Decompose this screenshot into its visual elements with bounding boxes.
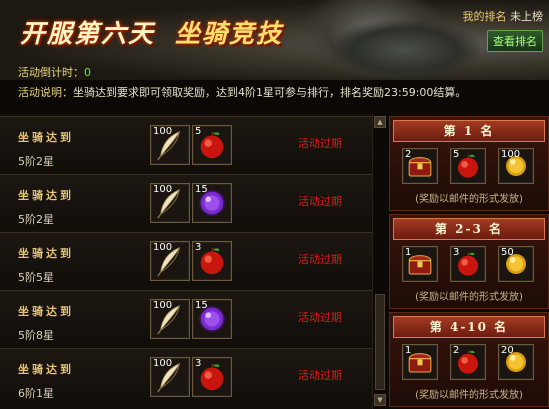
my-rank-row: 我的排名 未上榜 bbox=[463, 8, 544, 24]
reward-count: 100 bbox=[153, 300, 173, 311]
task-row: 坐骑达到 6阶1星 100 3 活动过期 bbox=[0, 348, 372, 404]
task-reward-slot[interactable]: 15 bbox=[192, 299, 232, 339]
rank-reward-slot[interactable]: 5 bbox=[450, 148, 486, 184]
task-reward-slot[interactable]: 100 bbox=[150, 299, 190, 339]
reward-count: 1 bbox=[405, 247, 412, 258]
task-row: 坐骑达到 5阶2星 100 5 活动过期 bbox=[0, 116, 372, 172]
task-reward-slot[interactable]: 3 bbox=[192, 241, 232, 281]
task-requirement: 6阶1星 bbox=[18, 387, 54, 400]
rank-reward-block: 第 1 名 2 5 100 (奖励以邮件的形式发放) bbox=[389, 116, 549, 211]
my-rank-value: 未上榜 bbox=[510, 10, 543, 23]
countdown-value: 0 bbox=[84, 66, 91, 79]
task-title: 坐骑达到 bbox=[18, 131, 74, 144]
rank-reward-slot[interactable]: 3 bbox=[450, 246, 486, 282]
reward-count: 5 bbox=[453, 149, 460, 160]
reward-count: 100 bbox=[153, 358, 173, 369]
reward-count: 100 bbox=[501, 149, 521, 160]
reward-count: 100 bbox=[153, 242, 173, 253]
task-requirement: 5阶2星 bbox=[18, 213, 54, 226]
rank-reward-slot[interactable]: 2 bbox=[402, 148, 438, 184]
task-row: 坐骑达到 5阶8星 100 15 活动过期 bbox=[0, 290, 372, 346]
reward-count: 2 bbox=[405, 149, 412, 160]
reward-count: 100 bbox=[153, 126, 173, 137]
event-description: 活动说明：坐骑达到要求即可领取奖励，达到4阶1星可参与排行，排名奖励23:59:… bbox=[18, 84, 538, 100]
reward-count: 15 bbox=[195, 184, 208, 195]
rank-reward-slot[interactable]: 1 bbox=[402, 344, 438, 380]
task-title: 坐骑达到 bbox=[18, 363, 74, 376]
scroll-thumb[interactable] bbox=[375, 294, 385, 390]
task-status-expired: 活动过期 bbox=[298, 137, 342, 150]
task-requirement: 5阶5星 bbox=[18, 271, 54, 284]
rank-reward-note: (奖励以邮件的形式发放) bbox=[415, 292, 523, 303]
reward-count: 2 bbox=[453, 345, 460, 356]
task-reward-slot[interactable]: 5 bbox=[192, 125, 232, 165]
description-text: 坐骑达到要求即可领取奖励，达到4阶1星可参与排行，排名奖励23:59:00结算。 bbox=[73, 86, 467, 99]
event-title: 开服第六天 坐骑竞技 bbox=[20, 14, 283, 50]
description-label: 活动说明： bbox=[18, 86, 73, 99]
reward-count: 20 bbox=[501, 345, 514, 356]
reward-count: 3 bbox=[453, 247, 460, 258]
task-reward-slot[interactable]: 3 bbox=[192, 357, 232, 397]
task-row: 坐骑达到 5阶2星 100 15 活动过期 bbox=[0, 174, 372, 230]
rank-tier-title: 第 2-3 名 bbox=[393, 218, 545, 240]
task-status-expired: 活动过期 bbox=[298, 195, 342, 208]
task-requirement: 5阶8星 bbox=[18, 329, 54, 342]
rank-reward-slot[interactable]: 1 bbox=[402, 246, 438, 282]
task-reward-slot[interactable]: 100 bbox=[150, 241, 190, 281]
reward-count: 50 bbox=[501, 247, 514, 258]
my-rank-label: 我的排名 bbox=[462, 10, 507, 23]
task-requirement: 5阶2星 bbox=[18, 155, 54, 168]
rank-reward-slot[interactable]: 50 bbox=[498, 246, 534, 282]
task-title: 坐骑达到 bbox=[18, 189, 74, 202]
task-title: 坐骑达到 bbox=[18, 305, 74, 318]
reward-count: 100 bbox=[153, 184, 173, 195]
scroll-down-arrow-icon[interactable]: ▼ bbox=[374, 394, 386, 406]
rank-reward-slot[interactable]: 100 bbox=[498, 148, 534, 184]
task-list-scrollbar[interactable]: ▲ ▼ bbox=[372, 114, 386, 409]
task-reward-slot[interactable]: 100 bbox=[150, 183, 190, 223]
event-subtitle: 坐骑竞技 bbox=[175, 19, 284, 48]
task-status-expired: 活动过期 bbox=[298, 311, 342, 324]
rank-reward-note: (奖励以邮件的形式发放) bbox=[415, 390, 523, 401]
task-status-expired: 活动过期 bbox=[298, 369, 342, 382]
countdown-label: 活动倒计时： bbox=[18, 66, 84, 79]
task-reward-slot[interactable]: 100 bbox=[150, 357, 190, 397]
rank-tier-title: 第 1 名 bbox=[393, 120, 545, 142]
scroll-up-arrow-icon[interactable]: ▲ bbox=[374, 116, 386, 128]
task-reward-slot[interactable]: 15 bbox=[192, 183, 232, 223]
reward-count: 5 bbox=[195, 126, 202, 137]
rank-reward-block: 第 4-10 名 1 2 20 (奖励以邮件的形式发放) bbox=[389, 312, 549, 407]
reward-count: 3 bbox=[195, 242, 202, 253]
reward-count: 1 bbox=[405, 345, 412, 356]
event-info: 活动倒计时：0 活动说明：坐骑达到要求即可领取奖励，达到4阶1星可参与排行，排名… bbox=[0, 60, 549, 112]
event-day-title: 开服第六天 bbox=[20, 19, 156, 48]
rank-rewards-panel: 第 1 名 2 5 100 (奖励以邮件的形式发放) 第 2-3 名 1 3 50 (… bbox=[389, 114, 549, 409]
rank-reward-block: 第 2-3 名 1 3 50 (奖励以邮件的形式发放) bbox=[389, 214, 549, 309]
countdown: 活动倒计时：0 bbox=[18, 64, 91, 80]
rank-reward-slot[interactable]: 2 bbox=[450, 344, 486, 380]
task-title: 坐骑达到 bbox=[18, 247, 74, 260]
task-status-expired: 活动过期 bbox=[298, 253, 342, 266]
task-reward-slot[interactable]: 100 bbox=[150, 125, 190, 165]
rank-reward-slot[interactable]: 20 bbox=[498, 344, 534, 380]
task-row: 坐骑达到 5阶5星 100 3 活动过期 bbox=[0, 232, 372, 288]
task-list: 坐骑达到 5阶2星 100 5 活动过期 坐骑达到 5阶2星 100 15 活动过期 坐骑达… bbox=[0, 114, 386, 409]
reward-count: 15 bbox=[195, 300, 208, 311]
my-rank-box: 我的排名 未上榜 查看排名 bbox=[463, 8, 544, 52]
rank-reward-note: (奖励以邮件的形式发放) bbox=[415, 194, 523, 205]
rank-tier-title: 第 4-10 名 bbox=[393, 316, 545, 338]
reward-count: 3 bbox=[195, 358, 202, 369]
view-rank-button[interactable]: 查看排名 bbox=[487, 30, 543, 52]
